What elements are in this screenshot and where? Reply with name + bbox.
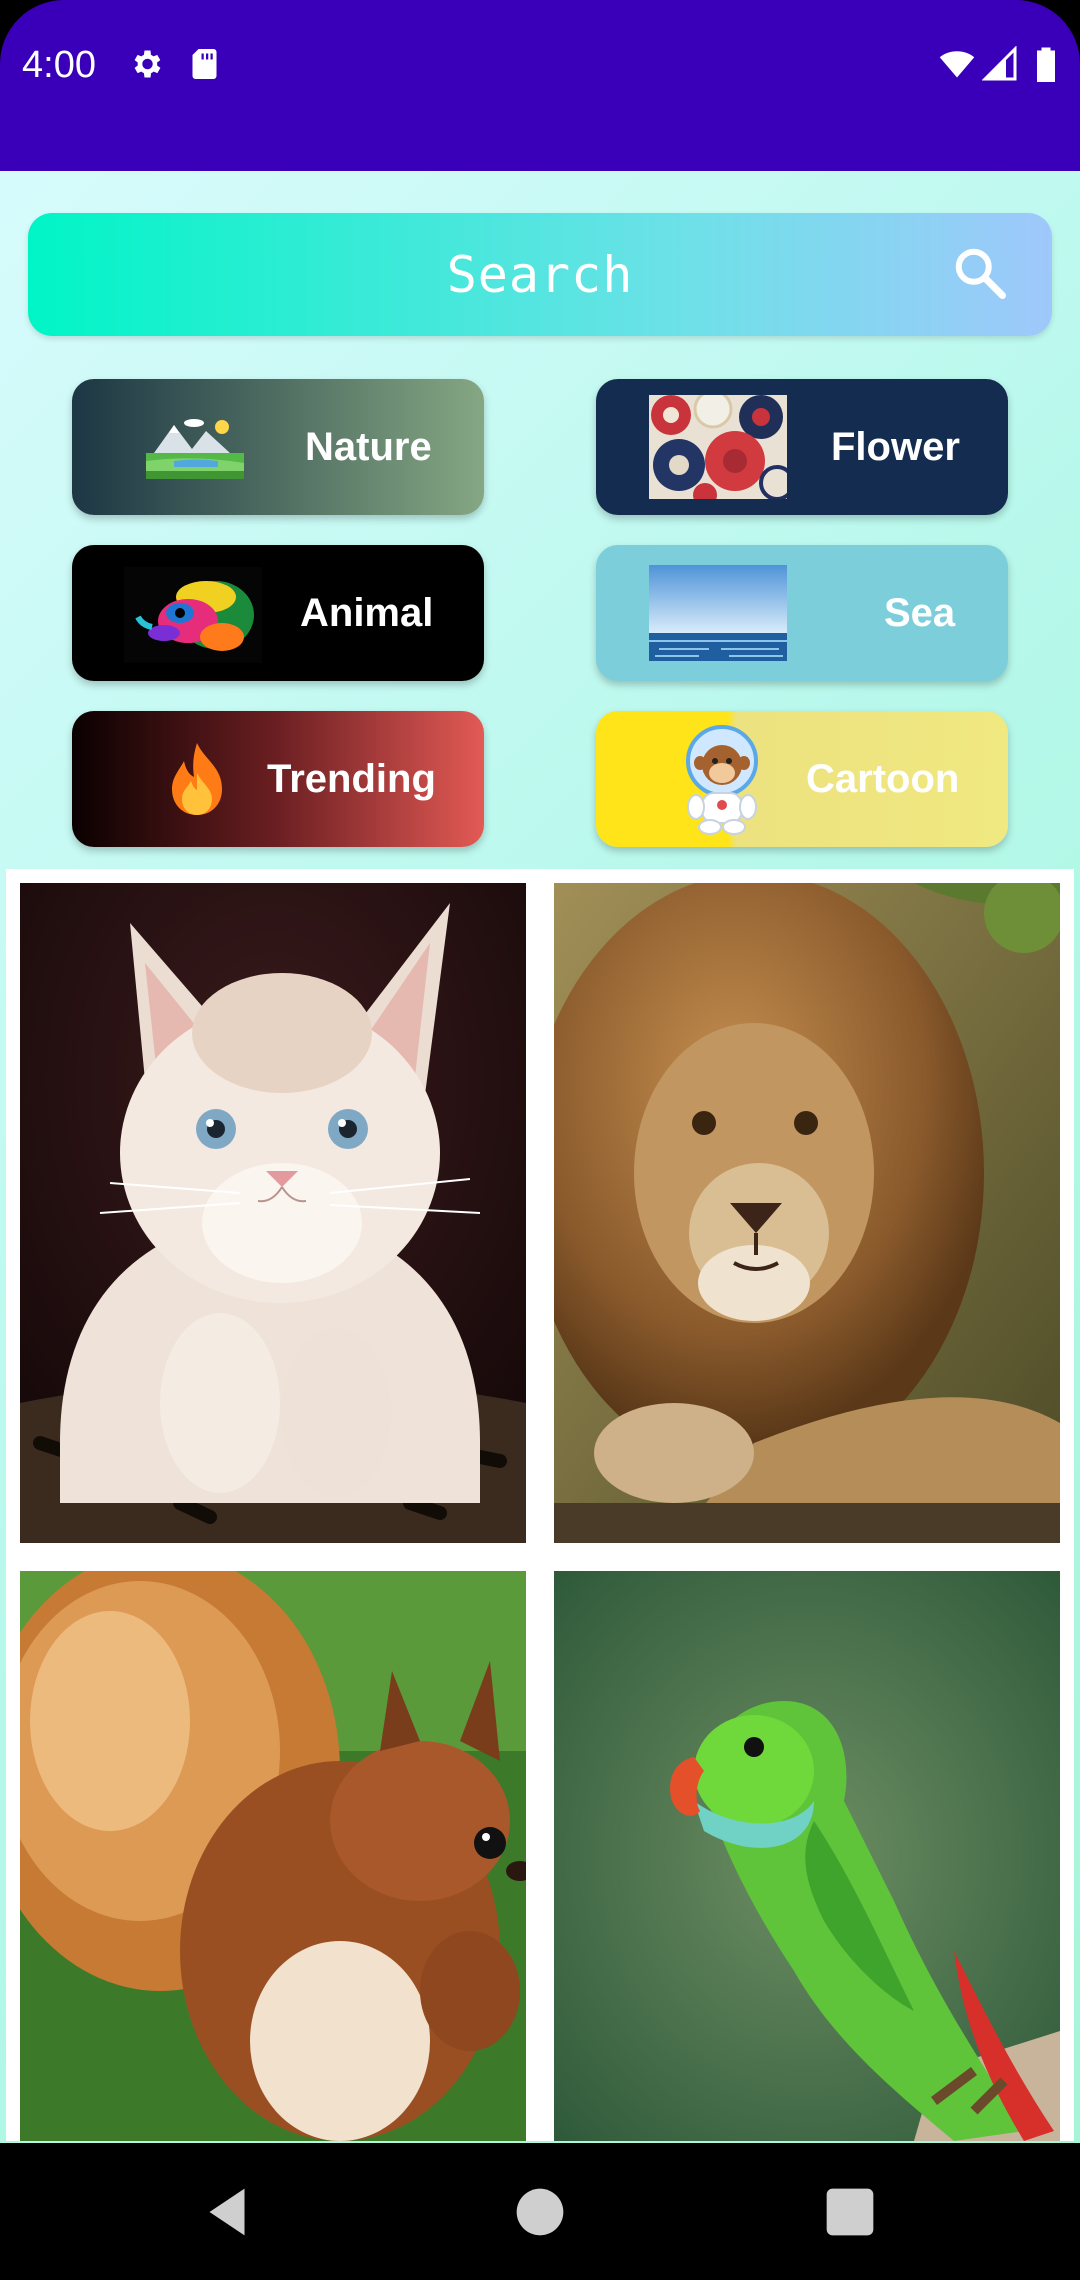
battery-icon <box>1037 47 1055 82</box>
phone-screen: 4:00 Search Nature Flower Animal Sea Tre… <box>0 0 1080 2280</box>
category-flower-button[interactable]: Flower <box>596 379 1008 515</box>
recents-icon[interactable] <box>815 2177 885 2247</box>
image-grid <box>6 869 1074 2141</box>
app-content: Search Nature Flower Animal Sea Trending… <box>0 171 1080 2143</box>
squirrel-photo[interactable] <box>20 1571 526 2141</box>
category-sea-button[interactable]: Sea <box>596 545 1008 681</box>
category-trending-button[interactable]: Trending <box>72 711 484 847</box>
category-flower-label: Flower <box>831 425 960 469</box>
sea-image <box>649 565 787 661</box>
flower-pattern-image <box>649 395 787 499</box>
sd-card-icon <box>192 49 217 79</box>
search-icon[interactable] <box>950 243 1010 303</box>
category-sea-label: Sea <box>884 591 956 635</box>
navigation-bar <box>0 2143 1080 2280</box>
lion-image <box>554 883 1060 1543</box>
chameleon-image <box>124 567 262 663</box>
category-nature-label: Nature <box>305 425 432 469</box>
category-animal-button[interactable]: Animal <box>72 545 484 681</box>
gear-icon <box>134 50 161 78</box>
signal-icon <box>982 46 1017 81</box>
search-bar[interactable]: Search <box>28 213 1052 336</box>
fire-icon <box>172 743 222 815</box>
lion-photo[interactable] <box>554 883 1060 1543</box>
category-cartoon-label: Cartoon <box>806 757 960 801</box>
squirrel-image <box>20 1571 526 2141</box>
category-trending-label: Trending <box>267 757 436 801</box>
kitten-photo[interactable] <box>20 883 526 1543</box>
category-animal-label: Animal <box>300 591 434 635</box>
category-cartoon-button[interactable]: Cartoon <box>596 711 1008 847</box>
category-nature-button[interactable]: Nature <box>72 379 484 515</box>
status-bar: 4:00 <box>0 0 1080 171</box>
home-icon[interactable] <box>505 2177 575 2247</box>
parrot-image <box>554 1571 1060 2141</box>
parrot-photo[interactable] <box>554 1571 1060 2141</box>
status-time: 4:00 <box>22 44 96 86</box>
kitten-image <box>20 883 526 1543</box>
wifi-icon <box>939 51 975 78</box>
back-icon[interactable] <box>192 2177 262 2247</box>
search-label: Search <box>446 245 634 304</box>
landscape-icon <box>146 419 244 479</box>
astronaut-monkey-image <box>686 725 758 835</box>
